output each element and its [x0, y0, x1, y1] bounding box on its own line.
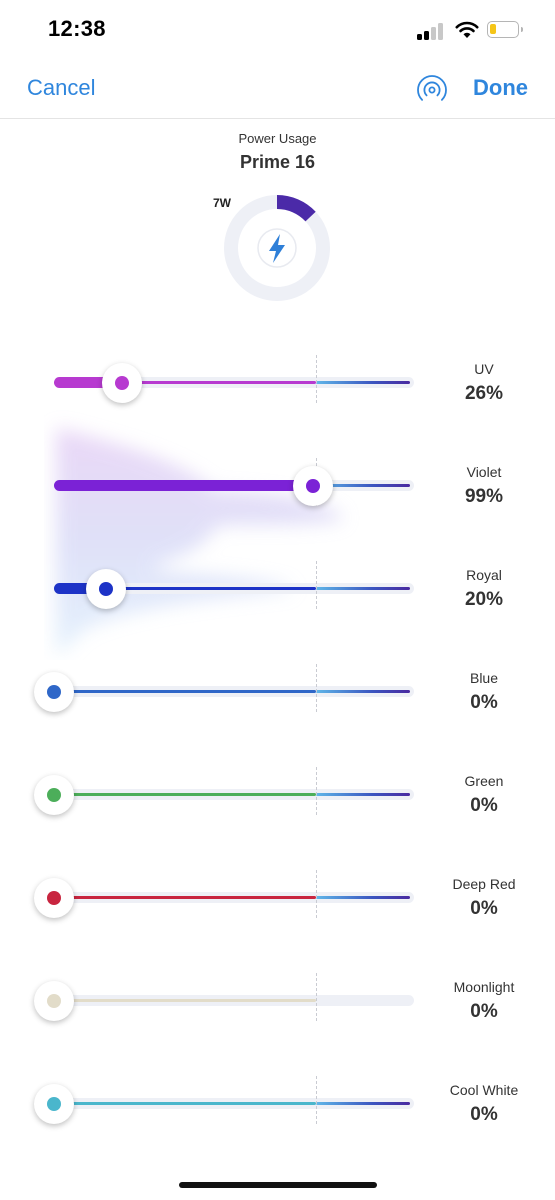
slider-boost-line: [316, 690, 410, 693]
nav-bar: Cancel Done: [0, 60, 555, 119]
device-name: Prime 16: [239, 152, 316, 172]
slider-thumb[interactable]: [34, 878, 74, 918]
channel-slider-uv[interactable]: UV 26%: [0, 355, 555, 425]
slider-line: [54, 896, 316, 899]
slider-line: [54, 1102, 316, 1105]
slider-fill: [54, 480, 314, 491]
slider-100-marker: [316, 973, 317, 1021]
slider-100-marker: [316, 870, 317, 918]
channel-value: 99%: [464, 486, 504, 507]
status-icons: [417, 20, 527, 42]
slider-line: [106, 587, 316, 590]
channel-slider-blue[interactable]: Blue 0%: [0, 664, 555, 734]
channel-name: Deep Red: [452, 876, 516, 892]
channel-slider-green[interactable]: Green 0%: [0, 767, 555, 837]
slider-thumb[interactable]: [34, 981, 74, 1021]
channel-value: 26%: [464, 383, 504, 404]
power-usage-caption: Power Usage: [238, 131, 317, 146]
cancel-button[interactable]: Cancel: [27, 75, 95, 101]
slider-boost-line: [316, 896, 410, 899]
power-usage-ring: [224, 195, 330, 301]
status-time: 12:38: [48, 16, 106, 41]
channel-color-dot: [306, 479, 321, 493]
slider-100-marker: [316, 767, 317, 815]
channel-name: Blue: [469, 670, 499, 686]
channel-value: 0%: [470, 795, 498, 816]
channel-slider-cool-white[interactable]: Cool White 0%: [0, 1076, 555, 1146]
slider-100-marker: [316, 355, 317, 403]
done-button[interactable]: Done: [473, 75, 528, 101]
channel-color-dot: [47, 994, 61, 1008]
slider-thumb[interactable]: [102, 363, 143, 403]
slider-100-marker: [316, 1076, 317, 1124]
slider-boost-line: [316, 793, 410, 796]
channel-value: 0%: [470, 898, 498, 919]
slider-boost-line: [316, 381, 410, 384]
slider-boost-line: [316, 1102, 410, 1105]
slider-thumb[interactable]: [293, 466, 334, 506]
wifi-icon: [455, 21, 479, 38]
channel-value: 0%: [470, 692, 498, 713]
channel-name: Violet: [466, 464, 502, 480]
channel-name: Moonlight: [453, 979, 515, 995]
channel-slider-deep-red[interactable]: Deep Red 0%: [0, 870, 555, 940]
cellular-signal-icon: [417, 20, 445, 40]
status-bar: 12:38: [0, 0, 555, 60]
channel-name: Cool White: [449, 1082, 519, 1098]
channel-color-dot: [47, 788, 61, 802]
slider-line: [54, 793, 316, 796]
slider-thumb[interactable]: [34, 1084, 74, 1124]
channel-name: UV: [474, 361, 494, 377]
channel-value: 0%: [470, 1104, 498, 1125]
channel-name: Royal: [466, 567, 502, 583]
slider-line: [54, 690, 316, 693]
channel-slider-violet[interactable]: Violet 99%: [0, 458, 555, 528]
channel-slider-royal[interactable]: Royal 20%: [0, 561, 555, 631]
channel-color-dot: [47, 685, 61, 699]
slider-100-marker: [316, 664, 317, 712]
channel-name: Green: [464, 773, 504, 789]
channel-slider-moonlight[interactable]: Moonlight 0%: [0, 973, 555, 1043]
home-indicator: [179, 1182, 377, 1188]
slider-boost-line: [316, 587, 410, 590]
channel-value: 0%: [470, 1001, 498, 1022]
channel-color-dot: [115, 376, 130, 390]
slider-100-marker: [316, 561, 317, 609]
channel-value: 20%: [464, 589, 504, 610]
channel-color-dot: [99, 582, 114, 596]
slider-thumb[interactable]: [34, 672, 74, 712]
broadcast-icon[interactable]: [416, 74, 448, 104]
slider-thumb[interactable]: [86, 569, 127, 609]
channel-color-dot: [47, 891, 61, 905]
battery-icon: [487, 21, 523, 38]
channel-color-dot: [47, 1097, 61, 1111]
slider-thumb[interactable]: [34, 775, 74, 815]
slider-line: [122, 381, 316, 384]
slider-line: [54, 999, 316, 1002]
